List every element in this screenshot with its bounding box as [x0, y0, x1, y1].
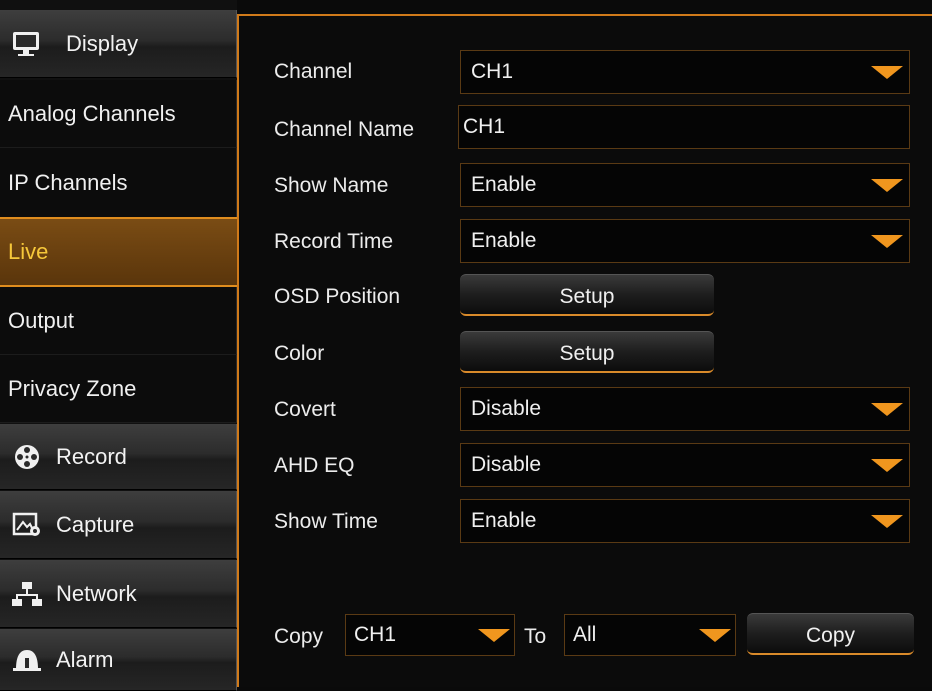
- sidebar-item-privacy-zone[interactable]: Privacy Zone: [0, 355, 237, 423]
- channel-select[interactable]: CH1: [460, 50, 910, 94]
- to-label: To: [524, 625, 547, 648]
- monitor-icon: [10, 30, 44, 58]
- sidebar-category-label: Record: [56, 443, 127, 469]
- dropdown-arrow-icon[interactable]: [871, 403, 903, 416]
- ahd-eq-select[interactable]: Disable: [460, 443, 910, 487]
- sidebar-category-record[interactable]: Record: [0, 424, 237, 490]
- channel-label: Channel: [274, 60, 353, 83]
- record-time-select[interactable]: Enable: [460, 219, 910, 263]
- sidebar-category-label: Network: [56, 580, 137, 606]
- sidebar-item-label: Privacy Zone: [8, 375, 137, 401]
- copy-from-select[interactable]: CH1: [345, 614, 515, 656]
- dropdown-arrow-icon[interactable]: [871, 459, 903, 472]
- sidebar-item-label: Analog Channels: [8, 100, 176, 126]
- show-name-value: Enable: [471, 173, 537, 196]
- sidebar-category-alarm[interactable]: Alarm: [0, 629, 237, 691]
- covert-label: Covert: [274, 398, 336, 421]
- copy-to-select[interactable]: All: [564, 614, 736, 656]
- sidebar-item-label: Output: [8, 307, 75, 333]
- sidebar-category-label: Display: [66, 30, 139, 56]
- sidebar-item-label: Live: [8, 239, 49, 264]
- sidebar-item-live[interactable]: Live: [0, 217, 237, 287]
- alarm-bell-icon: [10, 646, 44, 674]
- film-reel-icon: [10, 443, 44, 471]
- ahd-eq-value: Disable: [471, 453, 542, 476]
- network-icon: [10, 580, 44, 608]
- show-name-select[interactable]: Enable: [460, 163, 910, 207]
- dropdown-arrow-icon[interactable]: [871, 515, 903, 528]
- dropdown-arrow-icon[interactable]: [699, 629, 731, 642]
- channel-name-value: CH1: [463, 115, 506, 138]
- sidebar: Display Analog Channels IP Channels Live…: [0, 0, 237, 691]
- copy-to-value: All: [573, 623, 597, 646]
- dropdown-arrow-icon[interactable]: [871, 235, 903, 248]
- sidebar-category-label: Capture: [56, 511, 135, 537]
- copy-button[interactable]: Copy: [747, 613, 914, 655]
- show-time-select[interactable]: Enable: [460, 499, 910, 543]
- dropdown-arrow-icon[interactable]: [871, 179, 903, 192]
- channel-name-input[interactable]: CH1: [458, 105, 910, 149]
- sidebar-item-output[interactable]: Output: [0, 287, 237, 355]
- sidebar-category-network[interactable]: Network: [0, 560, 237, 628]
- image-gear-icon: [10, 511, 44, 539]
- show-time-label: Show Time: [274, 510, 378, 533]
- show-time-value: Enable: [471, 509, 537, 532]
- color-setup-button[interactable]: Setup: [460, 331, 714, 373]
- osd-position-label: OSD Position: [274, 285, 401, 308]
- sidebar-category-label: Alarm: [56, 646, 114, 672]
- dropdown-arrow-icon[interactable]: [871, 66, 903, 79]
- color-label: Color: [274, 342, 325, 365]
- ahd-eq-label: AHD EQ: [274, 454, 355, 477]
- sidebar-item-label: IP Channels: [8, 169, 128, 195]
- channel-select-value: CH1: [471, 60, 514, 83]
- dropdown-arrow-icon[interactable]: [478, 629, 510, 642]
- covert-value: Disable: [471, 397, 542, 420]
- record-time-label: Record Time: [274, 230, 394, 253]
- sidebar-category-display[interactable]: Display: [0, 10, 237, 78]
- show-name-label: Show Name: [274, 174, 389, 197]
- record-time-value: Enable: [471, 229, 537, 252]
- copy-label: Copy: [274, 625, 324, 648]
- sidebar-item-analog-channels[interactable]: Analog Channels: [0, 80, 237, 148]
- copy-from-value: CH1: [354, 623, 397, 646]
- covert-select[interactable]: Disable: [460, 387, 910, 431]
- channel-name-label: Channel Name: [274, 118, 415, 141]
- sidebar-category-capture[interactable]: Capture: [0, 491, 237, 559]
- osd-position-setup-button[interactable]: Setup: [460, 274, 714, 316]
- sidebar-item-ip-channels[interactable]: IP Channels: [0, 148, 237, 218]
